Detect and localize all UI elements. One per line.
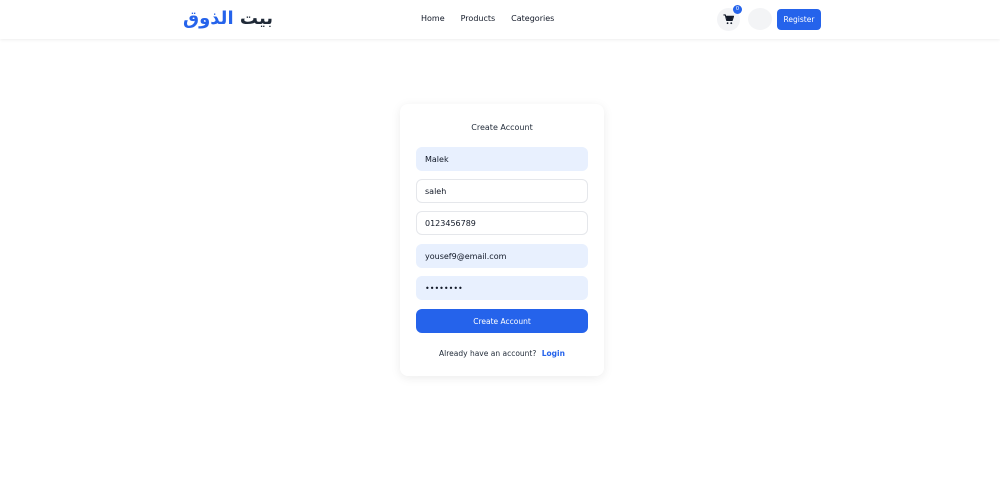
phone-input[interactable] — [416, 211, 588, 235]
login-link[interactable]: Login — [542, 349, 565, 358]
login-prompt-text: Already have an account? — [439, 349, 537, 358]
create-account-button[interactable]: Create Account — [416, 309, 588, 333]
nav-link-home[interactable]: Home — [421, 14, 445, 23]
cart-icon — [723, 14, 734, 25]
cart-count-badge: 0 — [733, 5, 742, 14]
nav-link-products[interactable]: Products — [461, 14, 496, 23]
nav-links: Home Products Categories — [421, 14, 554, 23]
form-title: Create Account — [471, 123, 533, 132]
nav-link-categories[interactable]: Categories — [511, 14, 554, 23]
logo-main-text: بيت — [239, 8, 274, 29]
register-card: Create Account Create Account Already ha… — [400, 104, 604, 376]
site-logo[interactable]: بيت الذوق — [183, 8, 273, 29]
last-name-input[interactable] — [416, 179, 588, 203]
logo-accent-text: الذوق — [183, 8, 234, 29]
user-avatar[interactable] — [748, 8, 772, 30]
email-input[interactable] — [416, 244, 588, 268]
cart-button[interactable]: 0 — [717, 5, 742, 31]
navbar: بيت الذوق Home Products Categories 0 Reg… — [0, 0, 1000, 39]
password-input[interactable] — [416, 276, 588, 300]
first-name-input[interactable] — [416, 147, 588, 171]
register-button[interactable]: Register — [777, 9, 821, 30]
login-prompt: Already have an account? Login — [400, 349, 604, 358]
